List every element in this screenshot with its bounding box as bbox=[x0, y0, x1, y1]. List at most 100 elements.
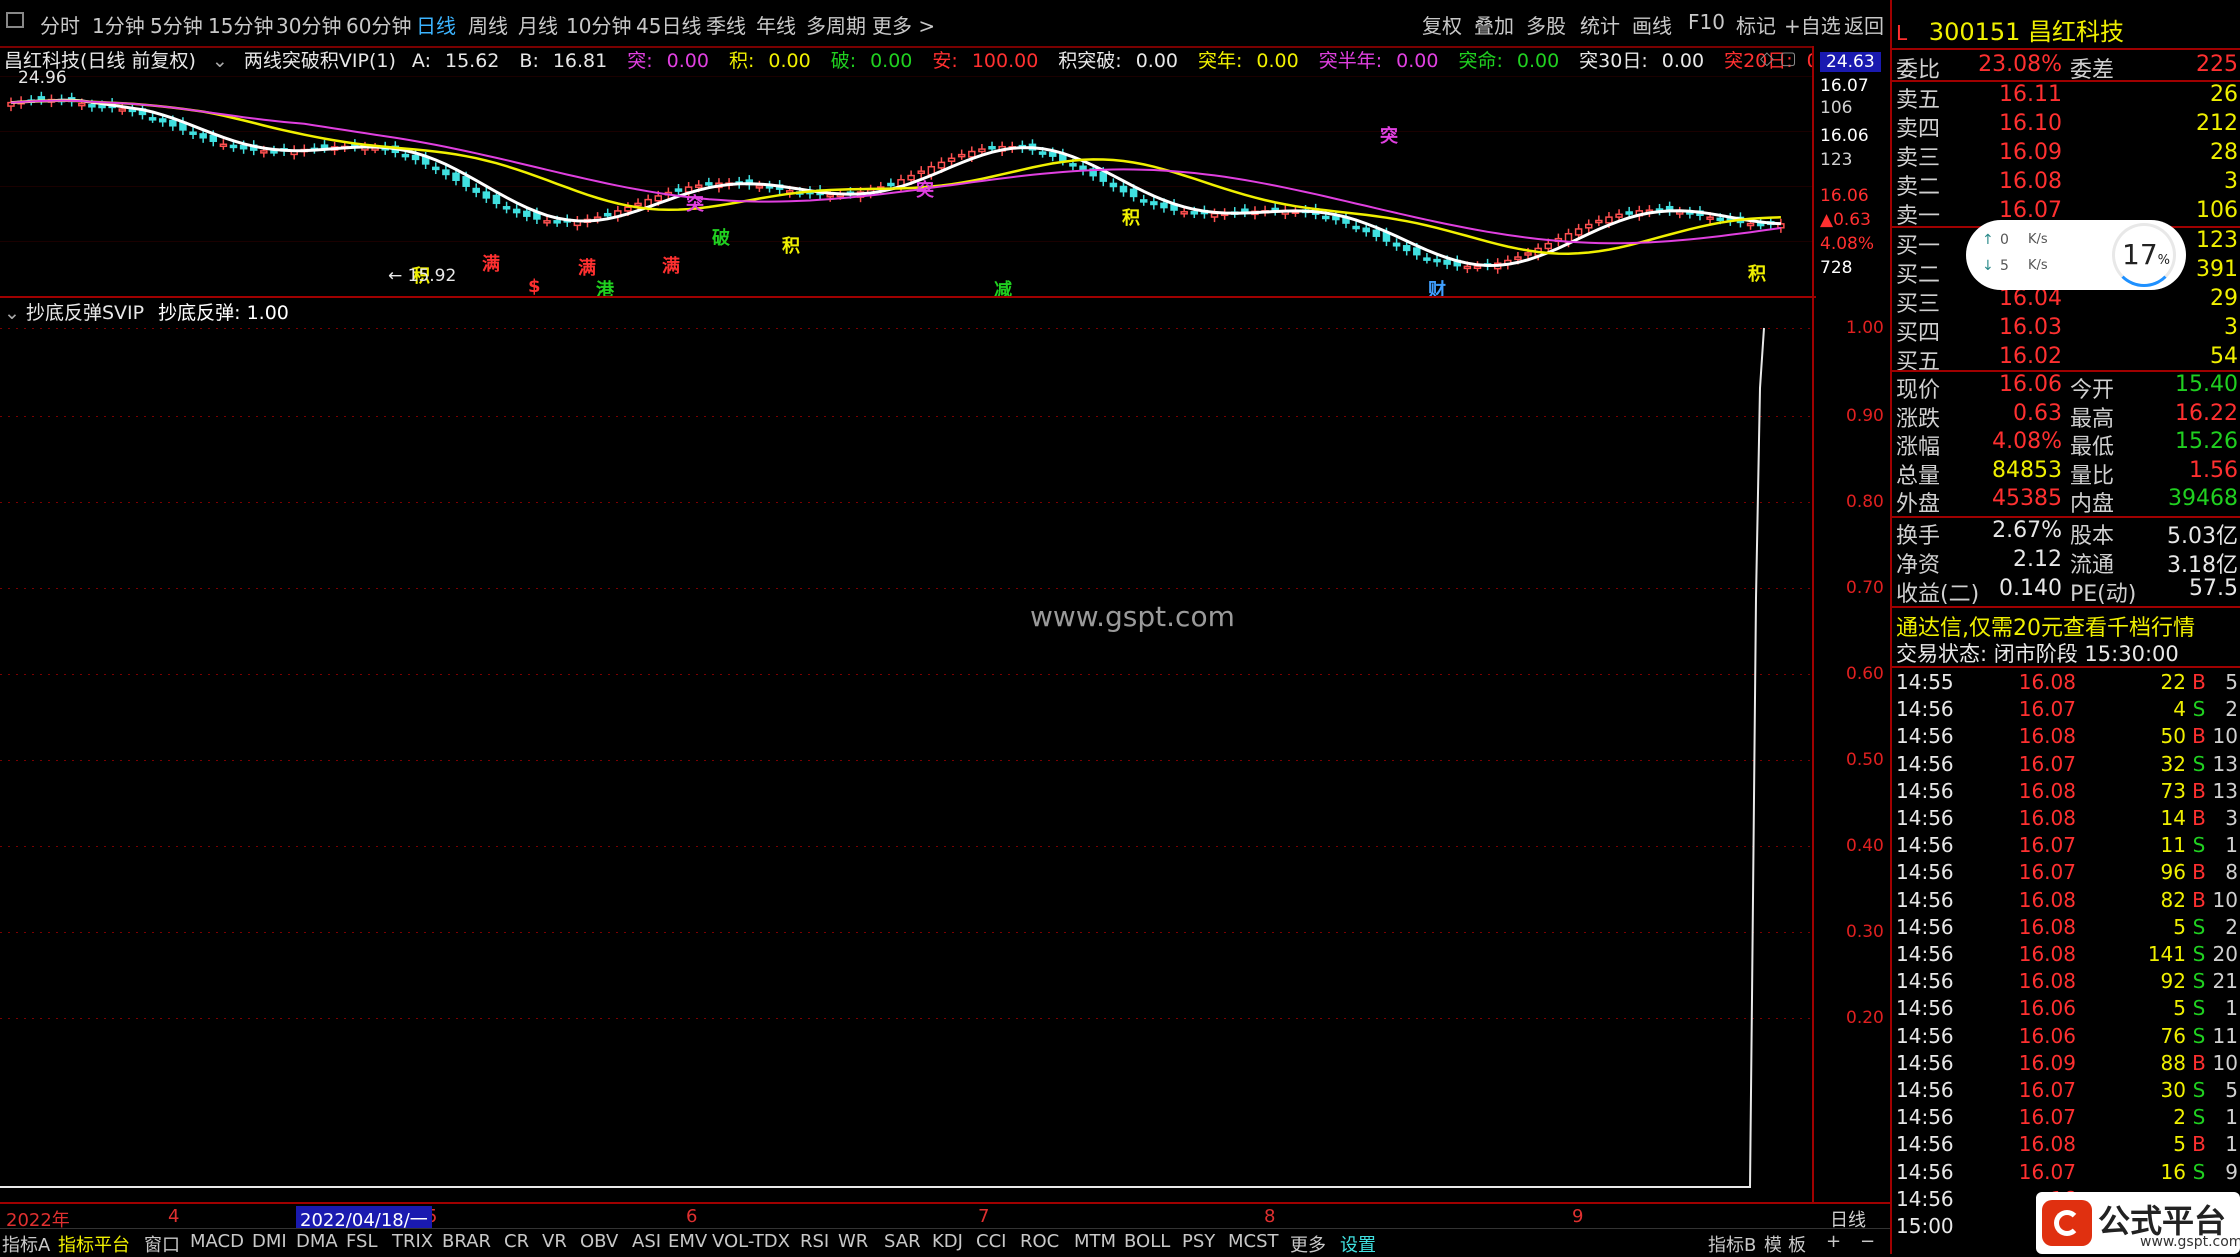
indicator-tab[interactable]: 设置 bbox=[1340, 1231, 1376, 1257]
toolbar-button[interactable]: 统计 bbox=[1580, 10, 1620, 39]
toolbar-button[interactable]: 叠加 bbox=[1474, 10, 1514, 39]
period-tab[interactable]: 多周期 bbox=[806, 10, 866, 39]
indicator-tab[interactable]: MCST bbox=[1228, 1231, 1279, 1252]
period-tab[interactable]: 15分钟 bbox=[208, 10, 273, 39]
candle bbox=[674, 184, 683, 195]
candle bbox=[1241, 204, 1249, 218]
indicator-tab[interactable]: EMV bbox=[668, 1231, 707, 1252]
period-tab[interactable]: 5分钟 bbox=[150, 10, 203, 39]
period-tab[interactable]: 45日线 bbox=[636, 10, 701, 39]
kline-chart[interactable] bbox=[0, 76, 1812, 296]
indicator-tab[interactable]: MTM bbox=[1074, 1231, 1116, 1252]
toolbar-button[interactable]: 标记 bbox=[1736, 10, 1776, 39]
order-book-row[interactable]: 买三 16.04 29 bbox=[1896, 286, 2238, 317]
indicator-tab[interactable]: 更多 bbox=[1290, 1231, 1326, 1257]
date-axis-label: 8 bbox=[1264, 1206, 1276, 1227]
indicator-tab[interactable]: ASI bbox=[632, 1231, 661, 1252]
indicator-tab[interactable]: ROC bbox=[1020, 1231, 1059, 1252]
indicator-tab[interactable]: FSL bbox=[346, 1231, 378, 1252]
logo-icon-inner bbox=[2054, 1210, 2080, 1236]
ma-line bbox=[10, 99, 1781, 255]
indicator-tab[interactable]: MACD bbox=[190, 1231, 244, 1252]
period-tab[interactable]: 更多 > bbox=[872, 10, 935, 39]
collapse-icon[interactable]: ⌄ bbox=[212, 50, 228, 72]
bottom-right-button[interactable]: − bbox=[1860, 1231, 1875, 1252]
quote-stat-row: 现价 16.06 今开 15.40 bbox=[1896, 372, 2238, 403]
period-tab[interactable]: 周线 bbox=[468, 10, 508, 39]
period-tab[interactable]: 1分钟 bbox=[92, 10, 145, 39]
indicator-name[interactable]: 两线突破积VIP(1) bbox=[244, 50, 396, 72]
indicator-tab[interactable]: 窗口 bbox=[144, 1231, 180, 1257]
period-tab[interactable]: 月线 bbox=[518, 10, 558, 39]
order-book-row[interactable]: 买四 16.03 3 bbox=[1896, 315, 2238, 346]
toolbar-button[interactable]: F10 bbox=[1688, 10, 1725, 34]
order-book-row[interactable]: 卖五 16.11 26 bbox=[1896, 82, 2238, 113]
indicator-tab[interactable]: OBV bbox=[580, 1231, 618, 1252]
indicator-tab[interactable]: VOL-TDX bbox=[712, 1231, 790, 1252]
toolbar-button[interactable]: +自选 bbox=[1784, 10, 1841, 39]
order-book-row[interactable]: 买五 16.02 54 bbox=[1896, 344, 2238, 375]
indicator-tab[interactable]: BRAR bbox=[442, 1231, 491, 1252]
indicator-tab[interactable]: CCI bbox=[976, 1231, 1006, 1252]
indicator-tab[interactable]: PSY bbox=[1182, 1231, 1215, 1252]
candle bbox=[432, 162, 440, 175]
tick-row: 14:56 16.08 92 S 21 bbox=[1896, 969, 2238, 994]
toolbar-button[interactable]: 画线 bbox=[1632, 10, 1672, 39]
toolbar-button[interactable]: 多股 bbox=[1526, 10, 1566, 39]
period-tab[interactable]: 年线 bbox=[756, 10, 796, 39]
indicator-axis-label: 0.90 bbox=[1846, 406, 1884, 426]
network-speed-widget[interactable]: ↑ 0 K/s ↓ 5 K/s 17% bbox=[1966, 220, 2186, 290]
indicator-tab[interactable]: 指标平台 bbox=[58, 1231, 130, 1257]
indicator-tab[interactable]: WR bbox=[838, 1231, 868, 1252]
candle bbox=[755, 180, 764, 192]
bottom-right-button[interactable]: 指标B bbox=[1708, 1231, 1756, 1257]
collapse-icon[interactable]: ⌄ bbox=[4, 302, 20, 324]
indicator-value: 积突破: 0.00 bbox=[1058, 50, 1179, 72]
toolbar-button[interactable]: 返回 bbox=[1844, 10, 1884, 39]
indicator-tab[interactable]: CR bbox=[504, 1231, 529, 1252]
stock-header[interactable]: L 300151 昌红科技 bbox=[1896, 12, 2124, 47]
panel-window-icons[interactable]: ◇ ▢ bbox=[1760, 48, 1797, 69]
period-tab[interactable]: 60分钟 bbox=[346, 10, 411, 39]
signal-marker: 破 bbox=[712, 228, 730, 249]
indicator-axis-label: 0.20 bbox=[1846, 1008, 1884, 1028]
menu-icon[interactable] bbox=[6, 12, 24, 28]
indicator-chart[interactable] bbox=[0, 298, 1812, 1202]
candle bbox=[1423, 253, 1431, 264]
period-tab[interactable]: 日线 bbox=[416, 10, 456, 39]
period-tab[interactable]: 10分钟 bbox=[566, 10, 631, 39]
indicator-value: 突年: 0.00 bbox=[1198, 50, 1299, 72]
date-axis-label: 7 bbox=[978, 1206, 990, 1227]
bottom-right-button[interactable]: + bbox=[1826, 1231, 1841, 1252]
order-book-row[interactable]: 卖三 16.09 28 bbox=[1896, 140, 2238, 171]
period-tab[interactable]: 分时 bbox=[40, 10, 80, 39]
period-tab[interactable]: 季线 bbox=[706, 10, 746, 39]
candle bbox=[1595, 215, 1603, 227]
price-axis-label: 106 bbox=[1820, 98, 1853, 118]
order-book-row[interactable]: 卖四 16.10 212 bbox=[1896, 111, 2238, 142]
indicator-tab[interactable]: TRIX bbox=[392, 1231, 433, 1252]
price-axis-label: 16.07 bbox=[1820, 76, 1869, 96]
indicator-tab[interactable]: 指标A bbox=[2, 1231, 50, 1257]
indicator-tab[interactable]: BOLL bbox=[1124, 1231, 1170, 1252]
indicator-tab[interactable]: VR bbox=[542, 1231, 567, 1252]
indicator-tab[interactable]: DMI bbox=[252, 1231, 287, 1252]
date-axis: 2022年456789 2022/04/18/一 日线 bbox=[0, 1202, 1890, 1232]
indicator-tab[interactable]: SAR bbox=[884, 1231, 921, 1252]
logo-url: www.gspt.com bbox=[2140, 1234, 2240, 1250]
order-book-row[interactable]: 卖二 16.08 3 bbox=[1896, 169, 2238, 200]
indicator-axis-label: 0.50 bbox=[1846, 750, 1884, 770]
indicator-tab[interactable]: RSI bbox=[800, 1231, 829, 1252]
price-axis-label: ▲0.63 bbox=[1820, 210, 1871, 230]
quote-stat-row: 涨跌 0.63 最高 16.22 bbox=[1896, 400, 2238, 432]
lower-indicator-name[interactable]: 抄底反弹SVIP bbox=[26, 302, 144, 324]
toolbar-button[interactable]: 复权 bbox=[1422, 10, 1462, 39]
indicator-tab[interactable]: KDJ bbox=[932, 1231, 963, 1252]
indicator-tab[interactable]: DMA bbox=[296, 1231, 338, 1252]
candle bbox=[502, 201, 511, 214]
bottom-right-button[interactable]: 模 bbox=[1764, 1231, 1782, 1257]
candle bbox=[482, 187, 491, 203]
bottom-right-button[interactable]: 板 bbox=[1788, 1231, 1806, 1257]
indicator-value: 突: 0.00 bbox=[627, 50, 709, 72]
period-tab[interactable]: 30分钟 bbox=[276, 10, 341, 39]
